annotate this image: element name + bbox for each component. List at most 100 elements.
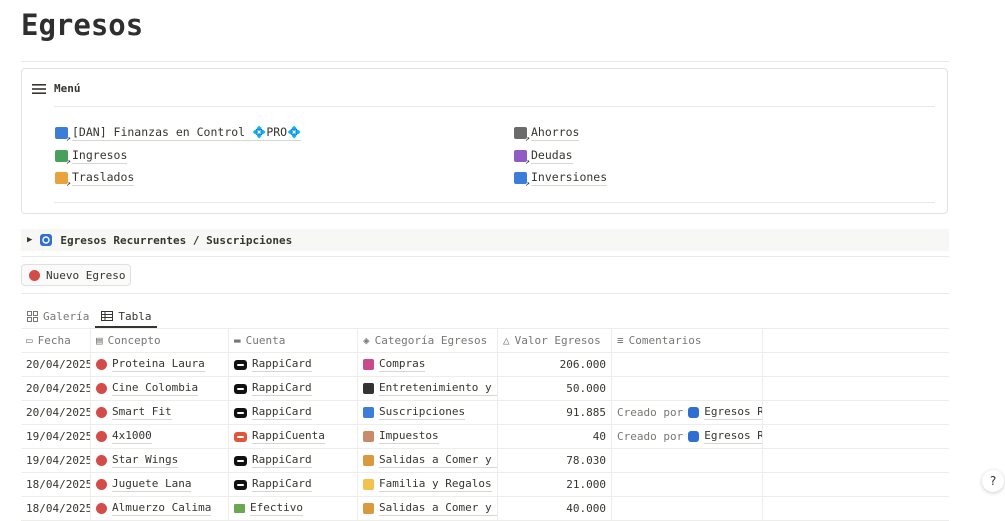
link-traslados[interactable]: Traslados <box>55 170 135 188</box>
concepto-link[interactable]: Almuerzo Calima <box>112 501 212 516</box>
categoria-link[interactable]: Suscripciones <box>379 405 466 420</box>
cell-fecha[interactable]: 20/04/2025 <box>21 377 91 400</box>
cell-valor[interactable]: 206.000 <box>498 353 612 376</box>
cell-comentarios[interactable]: Creado por Egresos Recurrentes <box>612 401 763 424</box>
categoria-link[interactable]: Salidas a Comer y Beber <box>379 501 497 516</box>
cell-cuenta[interactable]: RappiCard <box>229 473 358 496</box>
nuevo-egreso-button[interactable]: Nuevo Egreso <box>21 264 131 286</box>
link-inversiones[interactable]: Inversiones <box>514 170 608 188</box>
cuenta-link[interactable]: RappiCard <box>252 357 312 372</box>
link-ahorros[interactable]: Ahorros <box>514 125 580 143</box>
cell-cuenta[interactable]: RappiCard <box>229 353 358 376</box>
page-title: Egresos <box>21 8 144 42</box>
help-button[interactable]: ? <box>982 470 1004 492</box>
cell-concepto[interactable]: 4x1000 <box>91 425 229 448</box>
triangle-right-icon[interactable]: ▶ <box>27 235 32 245</box>
page-link-icon <box>55 172 71 188</box>
table-row[interactable]: 19/04/2025 4x1000 RappiCuenta Impuestos 40 Cr… <box>21 425 949 449</box>
cell-comentarios[interactable] <box>612 353 763 376</box>
cuenta-link[interactable]: RappiCard <box>252 453 312 468</box>
comment-prefix: Creado por <box>617 406 684 419</box>
link-finanzas-en-control[interactable]: [DAN] Finanzas en Control 💠PRO💠 <box>55 125 302 143</box>
cell-concepto[interactable]: Almuerzo Calima <box>91 497 229 520</box>
cell-fecha[interactable]: 18/04/2025 <box>21 497 91 520</box>
table-row[interactable]: 20/04/2025 Proteina Laura RappiCard Compras… <box>21 353 949 377</box>
cell-cuenta[interactable]: Efectivo <box>229 497 358 520</box>
link-ingresos[interactable]: Ingresos <box>55 148 128 166</box>
concepto-link[interactable]: 4x1000 <box>112 429 152 444</box>
comment-prefix: Creado por <box>617 430 684 443</box>
categoria-link[interactable]: Entretenimiento y Ocio <box>379 381 497 396</box>
cell-fecha[interactable]: 18/04/2025 <box>21 473 91 496</box>
button-label: Nuevo Egreso <box>46 268 126 282</box>
concepto-link[interactable]: Juguete Lana <box>112 477 192 492</box>
comment-link[interactable]: Egresos Recurrentes <box>704 429 762 444</box>
comment-link[interactable]: Egresos Recurrentes <box>704 405 762 420</box>
cell-comentarios[interactable] <box>612 449 763 472</box>
cell-categoria[interactable]: Suscripciones <box>358 401 498 424</box>
header-categoria[interactable]: ◈ Categoría Egresos <box>358 329 498 352</box>
tab-tabla[interactable]: Tabla <box>95 306 158 328</box>
cuenta-link[interactable]: RappiCard <box>252 405 312 420</box>
cell-comentarios[interactable] <box>612 473 763 496</box>
categoria-link[interactable]: Impuestos <box>379 429 439 444</box>
cell-categoria[interactable]: Salidas a Comer y Beber <box>358 497 498 520</box>
cell-cuenta[interactable]: RappiCard <box>229 377 358 400</box>
concepto-link[interactable]: Cine Colombia <box>112 381 199 396</box>
cell-concepto[interactable]: Star Wings <box>91 449 229 472</box>
table-row[interactable]: 18/04/2025 Almuerzo Calima Efectivo Salidas… <box>21 497 949 521</box>
cell-valor[interactable]: 78.030 <box>498 449 612 472</box>
cell-fecha[interactable]: 20/04/2025 <box>21 353 91 376</box>
cell-valor[interactable]: 50.000 <box>498 377 612 400</box>
cell-cuenta[interactable]: RappiCuenta <box>229 425 358 448</box>
cell-comentarios[interactable]: Creado por Egresos Recurrentes <box>612 425 763 448</box>
cell-categoria[interactable]: Impuestos <box>358 425 498 448</box>
link-deudas[interactable]: Deudas <box>514 148 573 166</box>
table-row[interactable]: 19/04/2025 Star Wings RappiCard Salidas a C… <box>21 449 949 473</box>
cell-empty <box>763 449 949 472</box>
table-icon <box>101 311 114 321</box>
tab-galeria[interactable]: Galería <box>21 306 95 326</box>
cell-categoria[interactable]: Salidas a Comer y Beber <box>358 449 498 472</box>
table-row[interactable]: 20/04/2025 Cine Colombia RappiCard Entreten… <box>21 377 949 401</box>
concepto-link[interactable]: Star Wings <box>112 453 179 468</box>
cell-cuenta[interactable]: RappiCard <box>229 449 358 472</box>
header-cuenta[interactable]: ▬ Cuenta <box>229 329 358 352</box>
cuenta-link[interactable]: Efectivo <box>250 501 303 516</box>
header-valor[interactable]: △ Valor Egresos <box>498 329 612 352</box>
table-row[interactable]: 20/04/2025 Smart Fit RappiCard Suscripcione… <box>21 401 949 425</box>
categoria-link[interactable]: Salidas a Comer y Beber <box>379 453 497 468</box>
cell-fecha[interactable]: 19/04/2025 <box>21 425 91 448</box>
cell-categoria[interactable]: Familia y Regalos <box>358 473 498 496</box>
cell-fecha[interactable]: 20/04/2025 <box>21 401 91 424</box>
cell-comentarios[interactable] <box>612 497 763 520</box>
cuenta-link[interactable]: RappiCard <box>252 477 312 492</box>
cell-concepto[interactable]: Cine Colombia <box>91 377 229 400</box>
cell-valor[interactable]: 91.885 <box>498 401 612 424</box>
burger-icon <box>363 503 374 514</box>
toggle-egresos-recurrentes[interactable]: ▶ Egresos Recurrentes / Suscripciones <box>21 229 949 251</box>
cell-cuenta[interactable]: RappiCard <box>229 401 358 424</box>
cell-concepto[interactable]: Juguete Lana <box>91 473 229 496</box>
concepto-link[interactable]: Proteina Laura <box>112 357 205 372</box>
header-comentarios[interactable]: ≡ Comentarios <box>612 329 763 352</box>
header-fecha[interactable]: ▭ Fecha <box>21 329 91 352</box>
categoria-link[interactable]: Familia y Regalos <box>379 477 492 492</box>
header-concepto[interactable]: ▤ Concepto <box>91 329 229 352</box>
link-label: Ahorros <box>531 125 580 141</box>
cell-valor[interactable]: 40 <box>498 425 612 448</box>
cell-concepto[interactable]: Smart Fit <box>91 401 229 424</box>
cell-concepto[interactable]: Proteina Laura <box>91 353 229 376</box>
concepto-link[interactable]: Smart Fit <box>112 405 172 420</box>
cell-categoria[interactable]: Entretenimiento y Ocio <box>358 377 498 400</box>
cuenta-link[interactable]: RappiCuenta <box>252 429 325 444</box>
cell-fecha[interactable]: 19/04/2025 <box>21 449 91 472</box>
book-icon: ▤ <box>96 334 103 347</box>
cell-comentarios[interactable] <box>612 377 763 400</box>
cell-valor[interactable]: 40.000 <box>498 497 612 520</box>
cell-categoria[interactable]: Compras <box>358 353 498 376</box>
categoria-link[interactable]: Compras <box>379 357 426 372</box>
cell-valor[interactable]: 21.000 <box>498 473 612 496</box>
table-row[interactable]: 18/04/2025 Juguete Lana RappiCard Familia y… <box>21 473 949 497</box>
cuenta-link[interactable]: RappiCard <box>252 381 312 396</box>
